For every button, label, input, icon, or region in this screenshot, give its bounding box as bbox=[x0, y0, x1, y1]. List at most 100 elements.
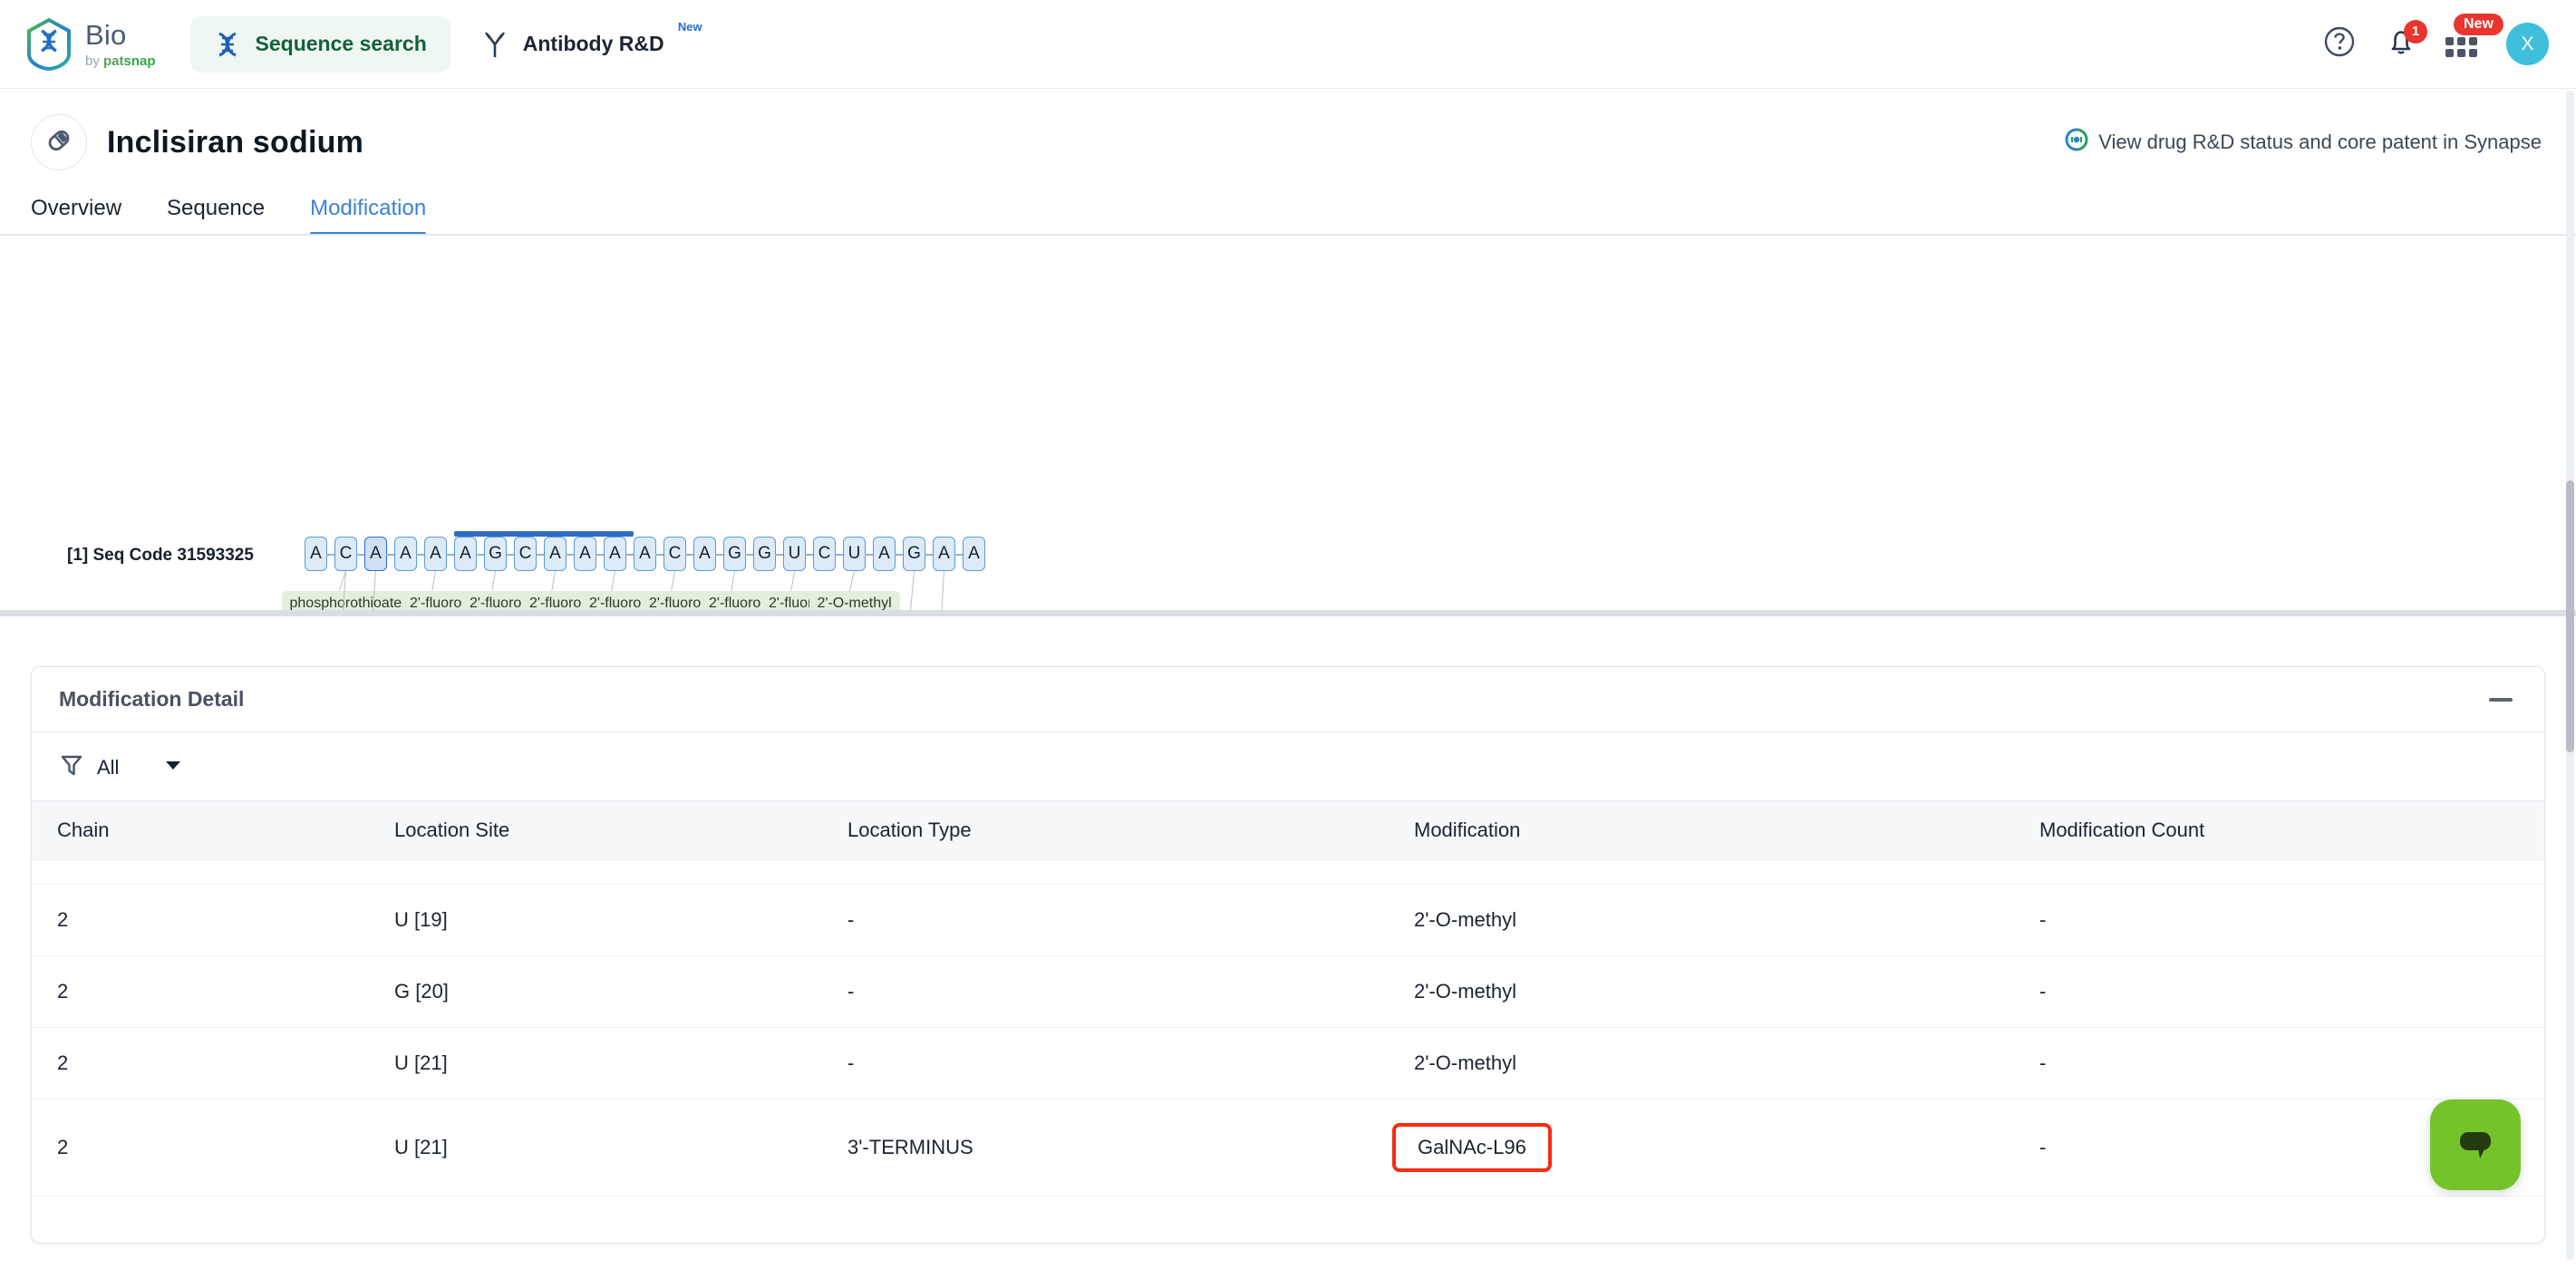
nucleotide-box[interactable]: A bbox=[356, 537, 387, 571]
table-header-row: Chain Location Site Location Type Modifi… bbox=[32, 800, 2544, 860]
nucleotide-box[interactable]: U bbox=[775, 537, 806, 571]
tag-leader-line bbox=[431, 570, 436, 591]
tag-leader-line bbox=[848, 570, 855, 591]
table-cell-modification: 2'-O-methyl bbox=[1414, 1027, 2039, 1099]
nucleotide-box[interactable]: C bbox=[326, 537, 357, 571]
table-cell-modification: 2'-O-methyl bbox=[1414, 955, 2039, 1028]
dna-icon bbox=[214, 30, 241, 59]
nucleotide-box[interactable]: A bbox=[685, 537, 716, 571]
nav-tab-label: Antibody R&D bbox=[522, 32, 664, 55]
panel-header: Modification Detail bbox=[32, 667, 2544, 732]
bio-logo-icon bbox=[25, 17, 73, 71]
modification-detail-panel: Modification Detail All Chain Location S… bbox=[31, 666, 2545, 1244]
page-title: Inclisiran sodium bbox=[107, 124, 364, 160]
modification-table-wrap: Chain Location Site Location Type Modifi… bbox=[32, 800, 2544, 1196]
table-cell-location-site: U [21] bbox=[394, 1099, 847, 1196]
tag-leader-line bbox=[490, 570, 496, 591]
highlighted-modification-value: GalNAc-L96 bbox=[1392, 1123, 1552, 1172]
sequence-horizontal-scrollbar[interactable] bbox=[0, 610, 2576, 616]
nav-tab-label: Sequence search bbox=[255, 32, 427, 55]
table-cell-modification-count: - bbox=[2039, 884, 2544, 956]
column-header-location-site[interactable]: Location Site bbox=[394, 800, 847, 860]
table-row[interactable]: 2U [21] -2'-O-methyl - bbox=[32, 1027, 2544, 1099]
nucleotide-box[interactable]: A bbox=[625, 537, 656, 571]
nucleotide-box[interactable]: G bbox=[895, 537, 925, 571]
chat-bubble-icon bbox=[2452, 1119, 2499, 1171]
primary-nav: Sequence search Antibody R&D New bbox=[189, 15, 702, 73]
avatar[interactable]: X bbox=[2506, 23, 2549, 65]
minus-icon bbox=[2489, 697, 2513, 702]
nucleotide-box[interactable]: A bbox=[446, 537, 477, 571]
filter-value[interactable]: All bbox=[97, 756, 119, 780]
app-switcher-new-badge: New bbox=[2454, 13, 2503, 36]
page-scrollbar[interactable] bbox=[2566, 91, 2574, 1260]
nucleotide-box[interactable]: A bbox=[416, 537, 447, 571]
column-header-chain[interactable]: Chain bbox=[32, 800, 394, 860]
table-cell-modification: 2'-O-methyl bbox=[1414, 884, 2039, 956]
tab-overview[interactable]: Overview bbox=[31, 187, 121, 236]
tab-modification[interactable]: Modification bbox=[310, 187, 427, 236]
table-row[interactable]: 2U [19] -2'-O-methyl - bbox=[32, 884, 2544, 956]
table-cell-chain: 2 bbox=[32, 1027, 394, 1099]
column-header-modification[interactable]: Modification bbox=[1414, 800, 2039, 860]
table-cell-location-site: U [21] bbox=[394, 1027, 847, 1099]
table-row[interactable]: 2G [20] -2'-O-methyl - bbox=[32, 955, 2544, 1028]
nucleotide-box[interactable]: A bbox=[925, 537, 955, 571]
table-cell-location-type: - bbox=[847, 1027, 1414, 1099]
synapse-link[interactable]: View drug R&D status and core patent in … bbox=[2065, 128, 2545, 157]
tag-leader-line bbox=[550, 570, 556, 591]
sequence-chain-label: [1] Seq Code 31593325 bbox=[67, 546, 254, 565]
help-button[interactable] bbox=[2321, 26, 2358, 63]
table-cell-location-site: U [19] bbox=[394, 884, 847, 956]
nucleotide-box[interactable]: A bbox=[536, 537, 567, 571]
nucleotide-track: ACAAAAGCAAAACAGGUCUAGAA bbox=[305, 537, 985, 571]
nucleotide-box[interactable]: A bbox=[865, 537, 896, 571]
sequence-selection-bar bbox=[454, 531, 634, 537]
synapse-link-label: View drug R&D status and core patent in … bbox=[2098, 131, 2542, 153]
notifications-button[interactable]: 1 bbox=[2383, 19, 2427, 63]
app-grid-icon bbox=[2445, 36, 2477, 57]
chat-button[interactable] bbox=[2430, 1099, 2521, 1190]
caret-down-icon[interactable] bbox=[164, 759, 182, 776]
question-circle-icon bbox=[2322, 24, 2357, 63]
tag-leader-line bbox=[789, 570, 795, 591]
tab-sequence[interactable]: Sequence bbox=[167, 187, 265, 236]
sequence-viewer[interactable]: [1] Seq Code 31593325 A C A A A A G C A A A A C A G G U C U… bbox=[0, 236, 2576, 616]
brand-logo-group[interactable]: Bio by patsnap bbox=[25, 17, 156, 71]
table-cell-modification-count: - bbox=[2039, 955, 2544, 1028]
synapse-icon bbox=[2065, 128, 2088, 157]
nucleotide-box[interactable]: C bbox=[655, 537, 686, 571]
table-cell: - bbox=[847, 859, 1414, 885]
nucleotide-box[interactable]: A bbox=[566, 537, 596, 571]
collapse-panel-button[interactable] bbox=[2484, 683, 2517, 716]
nucleotide-box[interactable]: A bbox=[305, 537, 327, 571]
nucleotide-box[interactable]: A bbox=[386, 537, 417, 571]
nucleotide-box[interactable]: A bbox=[954, 537, 985, 571]
filter-row: All bbox=[32, 732, 2544, 800]
table-row[interactable]: 2U [21] 3'-TERMINUS GalNAc-L96- bbox=[32, 1099, 2544, 1196]
page-scrollbar-thumb[interactable] bbox=[2566, 480, 2574, 752]
app-switcher-button[interactable]: New bbox=[2445, 13, 2503, 63]
filter-icon[interactable] bbox=[59, 752, 84, 782]
table-cell: 2 bbox=[32, 859, 394, 885]
nucleotide-box[interactable]: G bbox=[745, 537, 776, 571]
nucleotide-box[interactable]: G bbox=[715, 537, 746, 571]
nav-tab-antibody-rd[interactable]: Antibody R&D New bbox=[458, 16, 702, 73]
table-cell: U [18] bbox=[394, 859, 847, 885]
table-row-partial[interactable]: 2U [18]-2'-O-methyl- bbox=[32, 859, 2544, 885]
drug-avatar bbox=[31, 114, 87, 170]
brand-pat: pat bbox=[103, 53, 124, 69]
nucleotide-box[interactable]: C bbox=[805, 537, 836, 571]
nucleotide-box[interactable]: C bbox=[506, 537, 537, 571]
column-header-modification-count[interactable]: Modification Count bbox=[2039, 800, 2544, 860]
modification-table: Chain Location Site Location Type Modifi… bbox=[32, 800, 2544, 1196]
nucleotide-box[interactable]: G bbox=[476, 537, 507, 571]
brand-by: by bbox=[85, 53, 104, 69]
nucleotide-box[interactable]: A bbox=[596, 537, 626, 571]
brand-subtitle: by patsnap bbox=[85, 54, 156, 68]
column-header-location-type[interactable]: Location Type bbox=[847, 800, 1414, 860]
table-cell: - bbox=[2039, 859, 2544, 885]
table-cell-chain: 2 bbox=[32, 884, 394, 956]
nucleotide-box[interactable]: U bbox=[835, 537, 866, 571]
nav-tab-sequence-search[interactable]: Sequence search bbox=[189, 15, 450, 73]
